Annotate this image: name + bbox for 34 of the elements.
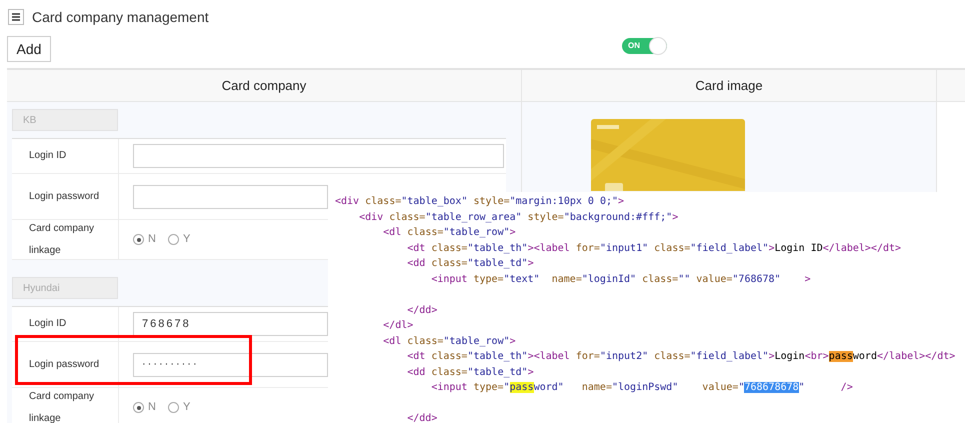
code-line: <input type="text" name="loginId" class="" value="768678" > xyxy=(430,272,811,286)
code-line: <div class="table_row_area" style="background:#fff;"> xyxy=(358,210,678,224)
password-field[interactable]: ·········· xyxy=(133,352,328,376)
radio-option[interactable]: Y xyxy=(168,231,190,248)
code-line: </dd> xyxy=(406,412,438,423)
column-header: Card image xyxy=(522,70,937,101)
add-button[interactable]: Add xyxy=(7,36,51,62)
field-label: Card company linkage xyxy=(29,222,96,258)
company-name: Hyundai xyxy=(12,277,118,299)
input-field[interactable] xyxy=(133,144,504,168)
field-label: Login ID xyxy=(29,149,68,163)
code-line: <dd class="table_td"> xyxy=(406,366,534,380)
radio-option[interactable]: Y xyxy=(168,399,190,416)
field-label: Login password xyxy=(29,358,100,372)
code-line: <dl class="table_row"> xyxy=(382,226,516,240)
code-line: </dl> xyxy=(382,319,414,333)
page-title: Card company management xyxy=(32,8,209,27)
field-label: Login ID xyxy=(29,317,68,331)
radio-option[interactable]: N xyxy=(133,399,156,416)
code-line: </dd> xyxy=(406,304,438,318)
radio-option[interactable]: N xyxy=(133,231,156,248)
company-name: KB xyxy=(12,109,118,131)
toggle-switch[interactable]: ON xyxy=(622,38,667,54)
column-header: Card company xyxy=(7,70,522,101)
password-field[interactable] xyxy=(133,184,328,208)
code-line: <div class="table_box" style="margin:10px 0 0;"> xyxy=(335,195,624,209)
code-line: <dl class="table_row"> xyxy=(382,334,516,348)
code-line: <dd class="table_td"> xyxy=(406,257,534,271)
field-label: Login password xyxy=(29,190,100,204)
code-line: <dt class="table_th"><label for="input1" class="field_label">Login ID</label></dt> xyxy=(406,242,902,256)
input-field[interactable]: 768678 xyxy=(133,312,328,336)
menu-icon[interactable] xyxy=(8,9,24,25)
code-line: <dt class="table_th"><label for="input2" class="field_label">Login<br>password</label></dt> xyxy=(406,350,956,364)
field-label: Card company linkage xyxy=(29,390,96,423)
